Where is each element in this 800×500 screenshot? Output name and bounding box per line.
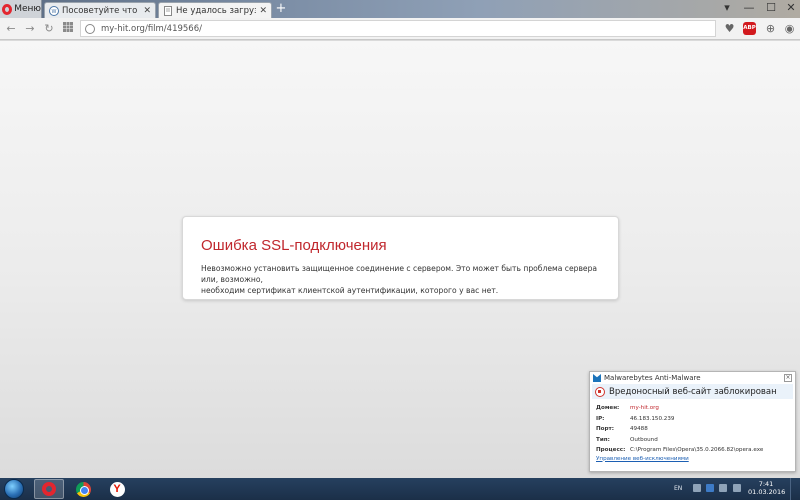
maximize-button[interactable]: ☐ [760,0,782,16]
volume-tray-icon[interactable] [733,484,741,492]
adblock-icon[interactable]: ABP [741,20,758,37]
tab-ssl-error[interactable]: Не удалось загрузить http ✕ [158,2,272,18]
detail-key: Процесс: [596,447,626,453]
opera-logo-icon [2,3,13,15]
detail-key: Тип: [596,436,610,443]
error-message-line: Невозможно установить защищенное соедине… [201,264,598,284]
detail-key: Порт: [596,426,615,432]
taskbar-chrome[interactable] [68,479,98,499]
svg-text:W: W [52,9,57,15]
clock-date: 01.03.2016 [748,488,786,496]
chrome-icon [75,481,91,497]
blocked-stop-icon [595,386,605,397]
malwarebytes-logo-icon [593,374,601,382]
opera-icon [42,482,56,496]
taskbar-yandex[interactable]: Y [102,479,132,499]
speed-dial-grid-icon[interactable] [60,21,76,37]
clock-time: 7:41 [758,480,774,488]
language-indicator[interactable]: EN [674,485,682,492]
detail-value: Outbound [630,436,658,443]
error-message: Невозможно установить защищенное соедине… [201,263,601,296]
show-desktop-button[interactable] [790,478,800,500]
app-name: Malwarebytes Anti-Malware [604,374,701,382]
tab-recommend[interactable]: W Посоветуйте что посмотр ✕ [44,2,156,18]
malwarebytes-notification: Malwarebytes Anti-Malware × Вредоносный … [589,371,796,472]
vk-favicon-icon: W [49,5,59,16]
minimize-button[interactable]: — [738,0,760,16]
tab-bar: Меню W Посоветуйте что посмотр ✕ Не удал… [0,0,800,18]
address-bar[interactable]: my-hit.org/film/419566/ [80,20,716,37]
tab-title: Посоветуйте что посмотр [62,5,140,16]
windows-taskbar: Y EN 7:41 01.03.2016 [0,478,800,500]
error-message-line: необходим сертификат клиентской аутентиф… [201,286,499,295]
tab-title: Не удалось загрузить http [176,5,256,16]
reload-icon[interactable]: ↻ [41,21,57,37]
taskbar-opera[interactable] [34,479,64,499]
details-list: Домен: my-hit.org IP: 46.183.150.239 Пор… [590,399,795,456]
back-arrow-icon[interactable]: ← [3,21,19,37]
detail-key: Домен: [596,405,620,411]
detail-value: 49488 [630,426,648,432]
system-clock[interactable]: 7:41 01.03.2016 [748,480,786,496]
tab-close-icon[interactable]: ✕ [259,6,267,16]
network-tray-icon[interactable] [719,484,727,492]
new-tab-button[interactable]: + [274,1,288,17]
close-notification-button[interactable]: × [784,374,792,382]
error-title: Ошибка SSL-подключения [201,237,387,254]
malwarebytes-tray-icon[interactable] [706,484,714,492]
forward-arrow-icon[interactable]: → [22,21,38,37]
detail-row: Порт: 49488 [596,424,795,435]
site-info-icon[interactable] [85,23,95,34]
detail-row: IP: 46.183.150.239 [596,414,795,425]
opera-menu-button[interactable]: Меню [0,0,42,18]
detail-value: C:\Program Files\Opera\35.0.2066.82\oper… [630,447,764,453]
page-favicon-icon [164,5,172,16]
tab-close-icon[interactable]: ✕ [143,6,151,16]
address-url: my-hit.org/film/419566/ [101,23,202,34]
detail-key: IP: [596,415,605,422]
notification-header: Malwarebytes Anti-Malware [590,372,795,384]
detail-row: Процесс: C:\Program Files\Opera\35.0.206… [596,445,795,456]
extensions-icon[interactable]: ◉ [781,20,798,37]
detail-row: Домен: my-hit.org [596,403,795,414]
detail-value: 46.183.150.239 [630,415,675,422]
yandex-icon: Y [109,481,125,497]
detail-value: my-hit.org [630,405,659,411]
bookmark-heart-icon[interactable]: ♥ [721,20,738,37]
tab-menu-chevron-icon[interactable]: ▾ [716,0,738,16]
close-window-button[interactable]: ✕ [780,0,800,16]
browser-toolbar: ← → ↻ my-hit.org/film/419566/ ♥ ABP ⊕ ◉ [0,18,800,40]
blocked-banner: Вредоносный веб-сайт заблокирован [592,384,793,399]
blocked-message: Вредоносный веб-сайт заблокирован [609,386,777,397]
menu-label: Меню [14,4,41,14]
ssl-error-card: Ошибка SSL-подключения Невозможно устано… [182,216,619,300]
tray-up-arrow-icon[interactable] [693,484,701,492]
detail-row: Тип: Outbound [596,435,795,446]
manage-exclusions-link[interactable]: Управление веб-исключениями [590,456,795,462]
download-icon[interactable]: ⊕ [762,20,779,37]
start-button[interactable] [4,479,24,499]
